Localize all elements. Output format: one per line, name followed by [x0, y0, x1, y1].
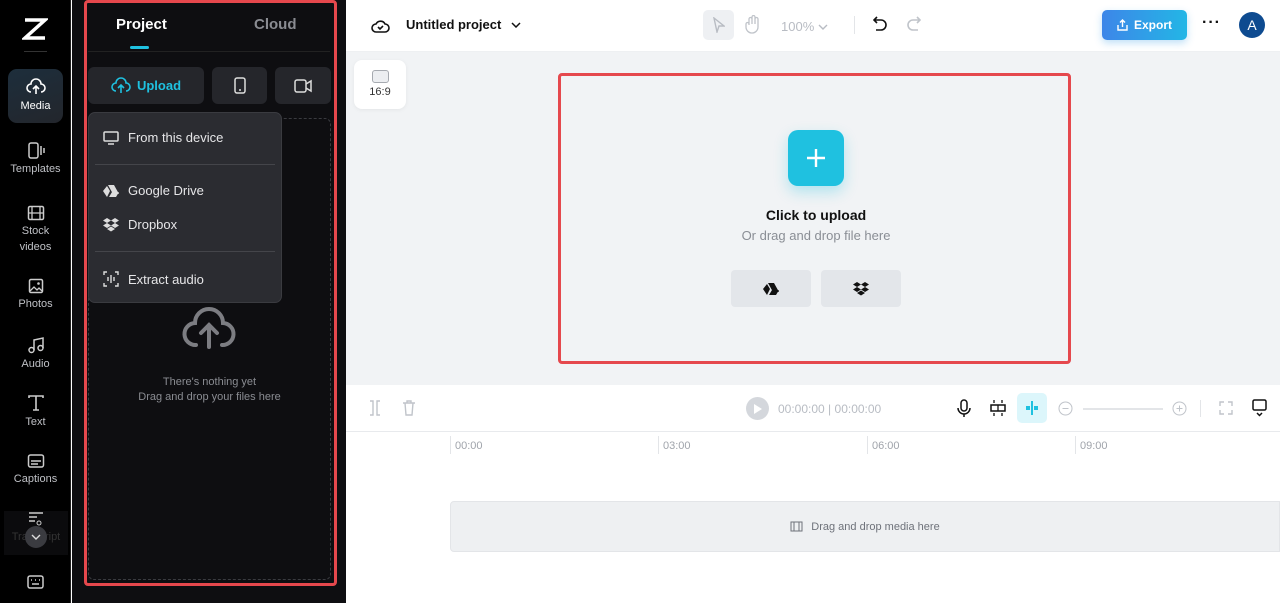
film-icon: [790, 521, 803, 532]
sidebar-item-label: Stock videos: [19, 225, 52, 253]
sidebar-item-media[interactable]: Media: [8, 69, 63, 123]
fullscreen-icon[interactable]: [1219, 401, 1233, 415]
sidebar-item-label: Text: [25, 416, 46, 428]
sidebar-item-photos[interactable]: Photos: [8, 278, 63, 312]
google-drive-icon: [763, 282, 779, 295]
timeline-toolbar: 00:00:00 | 00:00:00: [346, 385, 1280, 432]
auto-snap-icon[interactable]: [989, 399, 1007, 417]
main-track-drop-zone[interactable]: Drag and drop media here: [450, 501, 1280, 552]
undo-icon[interactable]: [873, 16, 887, 33]
ruler-label: 00:00: [455, 440, 483, 452]
extract-audio-icon: [103, 271, 119, 287]
chevron-down-icon: [818, 24, 828, 30]
dropbox-icon: [103, 217, 119, 231]
sidebar-item-captions[interactable]: Captions: [8, 453, 63, 487]
film-icon: [27, 205, 44, 221]
play-button[interactable]: [746, 397, 769, 420]
templates-icon: [27, 142, 45, 159]
timecode: 00:00:00 | 00:00:00: [778, 402, 882, 416]
sidebar-item-label: Templates: [10, 163, 61, 175]
zoom-slider[interactable]: [1083, 408, 1163, 410]
image-icon: [28, 278, 43, 294]
keyboard-icon[interactable]: [27, 575, 44, 590]
trash-icon[interactable]: [402, 400, 416, 416]
sidebar-item-label: Audio: [21, 358, 50, 370]
sidebar-item-label: Media: [20, 100, 51, 112]
ruler-label: 06:00: [872, 440, 900, 452]
zoom-dropdown[interactable]: 100%: [781, 19, 828, 34]
dropbox-icon: [853, 281, 869, 295]
aspect-ratio-icon: [371, 70, 389, 83]
zoom-out-icon[interactable]: [1058, 401, 1073, 416]
menu-item-dropbox[interactable]: Dropbox: [103, 217, 177, 232]
project-name-dropdown[interactable]: Untitled project: [406, 17, 521, 32]
cursor-icon: [712, 17, 725, 33]
menu-item-extract-audio[interactable]: Extract audio: [103, 271, 204, 287]
cloud-saved-icon: [371, 20, 390, 33]
captions-icon: [27, 454, 44, 468]
upload-title: Click to upload: [765, 207, 867, 223]
share-icon: [1117, 19, 1128, 31]
monitor-icon: [103, 130, 119, 145]
zoom-in-icon[interactable]: [1172, 401, 1187, 416]
ruler-label: 03:00: [663, 440, 691, 452]
sidebar-item-stock-videos[interactable]: Stock videos: [8, 205, 63, 255]
text-icon: [27, 395, 44, 411]
main-track-magnet-button[interactable]: [1017, 393, 1047, 423]
microphone-icon[interactable]: [957, 399, 971, 418]
sidebar-item-templates[interactable]: Templates: [8, 142, 63, 177]
transcript-icon: [29, 512, 43, 526]
capcut-logo-icon: [22, 18, 48, 40]
ruler-label: 09:00: [1080, 440, 1108, 452]
top-bar: Untitled project 100% Export ··· A: [346, 0, 1280, 52]
preview-icon[interactable]: [1252, 399, 1267, 417]
export-button[interactable]: Export: [1102, 10, 1187, 40]
chevron-down-icon: [31, 534, 41, 540]
dropbox-button[interactable]: [821, 270, 901, 307]
upload-menu: From this device Google Drive Dropbox Ex…: [88, 112, 282, 303]
upload-subtitle: Or drag and drop file here: [741, 228, 891, 243]
avatar[interactable]: A: [1239, 12, 1265, 38]
aspect-ratio-button[interactable]: 16:9: [354, 60, 406, 109]
add-media-button[interactable]: [788, 130, 844, 186]
play-icon: [753, 403, 762, 414]
google-drive-icon: [103, 184, 119, 197]
music-note-icon: [27, 337, 44, 354]
menu-item-google-drive[interactable]: Google Drive: [103, 183, 204, 198]
google-drive-button[interactable]: [731, 270, 811, 307]
canvas-area: 16:9 Click to upload Or drag and drop fi…: [346, 52, 1280, 385]
left-rail: Media Templates Stock videos Photos Audi…: [0, 0, 71, 603]
more-options-icon[interactable]: ···: [1202, 14, 1221, 32]
sidebar-item-text[interactable]: Text: [8, 394, 63, 430]
split-icon[interactable]: [368, 400, 382, 416]
hand-icon[interactable]: [745, 15, 761, 34]
sidebar-item-audio[interactable]: Audio: [8, 336, 63, 372]
linkage-icon: [1026, 401, 1038, 415]
chevron-down-icon: [511, 21, 521, 28]
sidebar-item-label: Photos: [18, 298, 53, 310]
scroll-down-button[interactable]: [25, 526, 47, 548]
sidebar-item-label: Captions: [13, 473, 58, 485]
plus-icon: [807, 149, 825, 167]
redo-icon[interactable]: [907, 16, 921, 33]
menu-item-from-device[interactable]: From this device: [103, 130, 223, 145]
cloud-upload-icon: [25, 78, 46, 94]
select-tool-button[interactable]: [703, 10, 734, 40]
